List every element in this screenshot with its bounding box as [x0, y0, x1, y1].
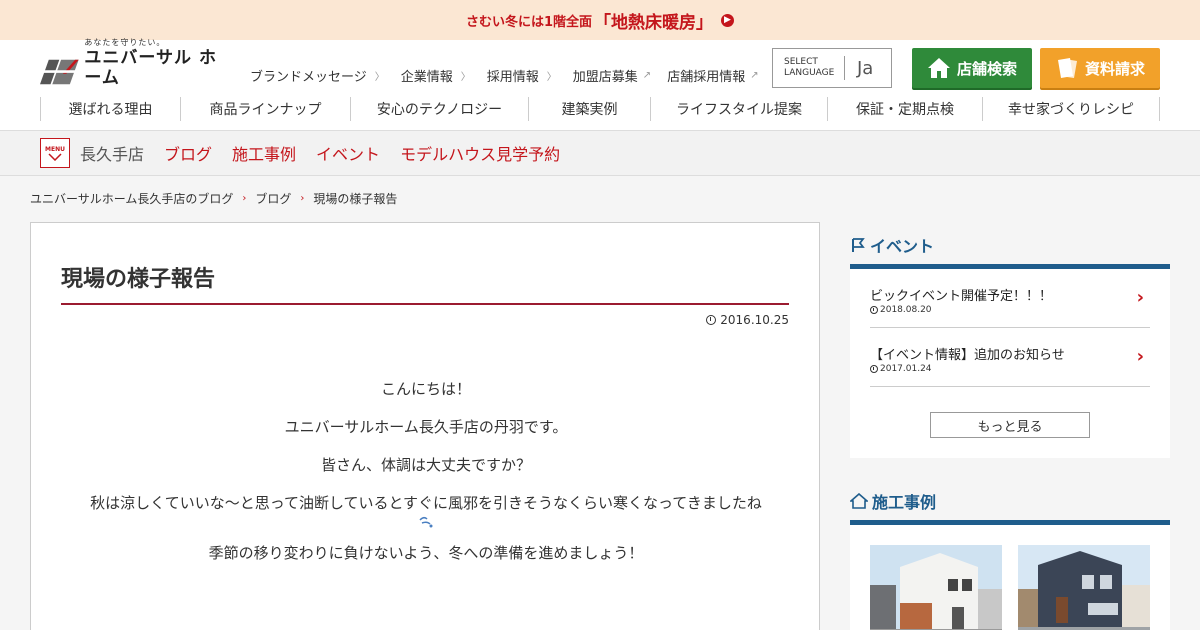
house-outline-icon: [850, 493, 868, 509]
article-title: 現場の様子報告: [61, 261, 789, 305]
more-events-button[interactable]: もっと見る: [930, 412, 1090, 438]
store-search-label: 店舗検索: [956, 59, 1017, 78]
works-heading-label: 施工事例: [872, 493, 937, 512]
store-link-blog[interactable]: ブログ: [164, 141, 212, 165]
logo-name: ユニバーサル ホーム: [84, 48, 217, 88]
store-bar: MENU 長久手店 ブログ 施工事例 イベント モデルハウス見学予約: [0, 130, 1200, 176]
chevron-right-icon: 〉: [460, 72, 471, 83]
campaign-banner[interactable]: さむい冬には1階全面 「地熱床暖房」 ▶: [0, 0, 1200, 40]
main-nav-examples[interactable]: 建築実例: [528, 97, 650, 121]
menu-label: MENU: [45, 145, 65, 153]
site-header: あなたを守りたい。 ユニバーサル ホーム ブランドメッセージ〉 企業情報〉 採用…: [0, 38, 1200, 130]
event-item[interactable]: 【イベント情報】追加のお知らせ 2017.01.24 ›: [870, 328, 1150, 387]
events-box: ビックイベント開催予定！！！ 2018.08.20 › 【イベント情報】追加のお…: [850, 264, 1170, 458]
store-search-button[interactable]: 店舗検索: [912, 48, 1032, 88]
article-body: こんにちは！ ユニバーサルホーム長久手店の丹羽です。 皆さん、体調は大丈夫ですか…: [31, 379, 821, 581]
util-nav-label: 店舗採用情報: [667, 70, 746, 85]
breadcrumb-item[interactable]: ユニバーサルホーム長久手店のブログ: [30, 190, 233, 207]
article-date: 2016.10.25: [706, 313, 789, 327]
language-current: Ja: [857, 57, 874, 79]
external-link-icon: ↗: [642, 70, 652, 81]
chevron-right-icon: ›: [242, 193, 247, 204]
document-icon: [1057, 58, 1077, 78]
home-icon: [927, 58, 950, 78]
event-date-text: 2018.08.20: [880, 305, 932, 315]
works-thumbnail[interactable]: [870, 545, 1002, 630]
flag-icon: [852, 238, 865, 252]
language-line1: SELECT: [784, 57, 818, 67]
external-link-icon: ↗: [750, 70, 759, 81]
events-heading-label: イベント: [870, 237, 935, 256]
clock-icon: [706, 315, 717, 325]
article-paragraph: 皆さん、体調は大丈夫ですか？: [320, 456, 531, 474]
language-selector[interactable]: SELECT LANGUAGE Ja: [772, 48, 892, 88]
event-date: 2017.01.24: [870, 364, 932, 374]
logo[interactable]: あなたを守りたい。 ユニバーサル ホーム: [40, 38, 232, 88]
banner-prefix: さむい冬には1階全面: [465, 14, 593, 30]
wind-emoji-icon: [419, 516, 433, 528]
article-date-text: 2016.10.25: [720, 313, 789, 327]
clock-icon: [870, 365, 878, 373]
chevron-right-icon: 〉: [374, 72, 385, 83]
event-date: 2018.08.20: [870, 305, 932, 315]
works-heading: 施工事例: [850, 489, 936, 513]
logo-mark-icon: [40, 59, 79, 85]
chevron-down-icon: [48, 152, 62, 161]
event-title: 【イベント情報】追加のお知らせ: [870, 348, 1065, 363]
main-nav-recipe[interactable]: 幸せ家づくりレシピ: [982, 97, 1160, 121]
util-nav-label: 採用情報: [486, 70, 539, 85]
util-nav-brand-message[interactable]: ブランドメッセージ〉: [250, 66, 385, 85]
store-link-model-house[interactable]: モデルハウス見学予約: [400, 141, 560, 165]
article-paragraph: 秋は涼しくていいな～と思って油断しているとすぐに風邪を引きそうなくらい寒くなって…: [90, 494, 762, 512]
main-nav: 選ばれる理由 商品ラインナップ 安心のテクノロジー 建築実例 ライフスタイル提案…: [40, 97, 1160, 121]
breadcrumb-item[interactable]: ブログ: [255, 190, 291, 207]
chevron-right-icon: ›: [1136, 287, 1144, 308]
works-box: [850, 520, 1170, 630]
logo-tagline: あなたを守りたい。: [84, 38, 166, 47]
chevron-right-icon: ▶: [721, 13, 735, 27]
main-nav-technology[interactable]: 安心のテクノロジー: [350, 97, 528, 121]
article-paragraph: ユニバーサルホーム長久手店の丹羽です。: [284, 418, 568, 436]
event-item[interactable]: ビックイベント開催予定！！！ 2018.08.20 ›: [870, 269, 1150, 328]
document-request-label: 資料請求: [1084, 59, 1145, 78]
util-nav-recruit[interactable]: 採用情報〉: [487, 66, 557, 85]
util-nav-label: 加盟店募集: [572, 70, 638, 85]
store-link-works[interactable]: 施工事例: [232, 141, 296, 165]
util-nav-label: 企業情報: [400, 70, 453, 85]
store-link-events[interactable]: イベント: [316, 141, 380, 165]
event-date-text: 2017.01.24: [880, 364, 932, 374]
house-photo-image: [1018, 545, 1150, 630]
events-heading: イベント: [850, 233, 934, 257]
language-line2: LANGUAGE: [784, 68, 835, 78]
main-nav-warranty[interactable]: 保証・定期点検: [827, 97, 982, 121]
util-nav-company[interactable]: 企業情報〉: [401, 66, 471, 85]
util-nav-franchise[interactable]: 加盟店募集 ↗: [573, 66, 651, 85]
chevron-right-icon: ›: [1136, 346, 1144, 367]
article-paragraph: 季節の移り変わりに負けないよう、冬への準備を進めましょう！: [208, 544, 644, 562]
blog-article: 現場の様子報告 2016.10.25 こんにちは！ ユニバーサルホーム長久手店の…: [30, 222, 820, 630]
banner-highlight: 「地熱床暖房」: [594, 12, 714, 33]
chevron-right-icon: ›: [300, 193, 305, 204]
breadcrumb: ユニバーサルホーム長久手店のブログ › ブログ › 現場の様子報告: [30, 190, 397, 207]
store-menu-button[interactable]: MENU: [40, 138, 70, 168]
chevron-right-icon: 〉: [546, 72, 557, 83]
works-thumbnail[interactable]: [1018, 545, 1150, 630]
breadcrumb-current: 現場の様子報告: [313, 192, 398, 206]
utility-nav: ブランドメッセージ〉 企業情報〉 採用情報〉 加盟店募集 ↗ 店舗採用情報 ↗: [250, 66, 775, 85]
store-name: 長久手店: [80, 145, 145, 164]
util-nav-label: ブランドメッセージ: [250, 70, 367, 85]
house-photo-image: [870, 545, 1002, 630]
main-nav-lineup[interactable]: 商品ラインナップ: [180, 97, 350, 121]
clock-icon: [870, 306, 878, 314]
article-paragraph: こんにちは！: [380, 380, 471, 398]
document-request-button[interactable]: 資料請求: [1040, 48, 1160, 88]
main-nav-reasons[interactable]: 選ばれる理由: [40, 97, 180, 121]
util-nav-store-recruit[interactable]: 店舗採用情報 ↗: [667, 66, 758, 85]
event-title: ビックイベント開催予定！！！: [870, 289, 1053, 304]
main-nav-lifestyle[interactable]: ライフスタイル提案: [650, 97, 827, 121]
